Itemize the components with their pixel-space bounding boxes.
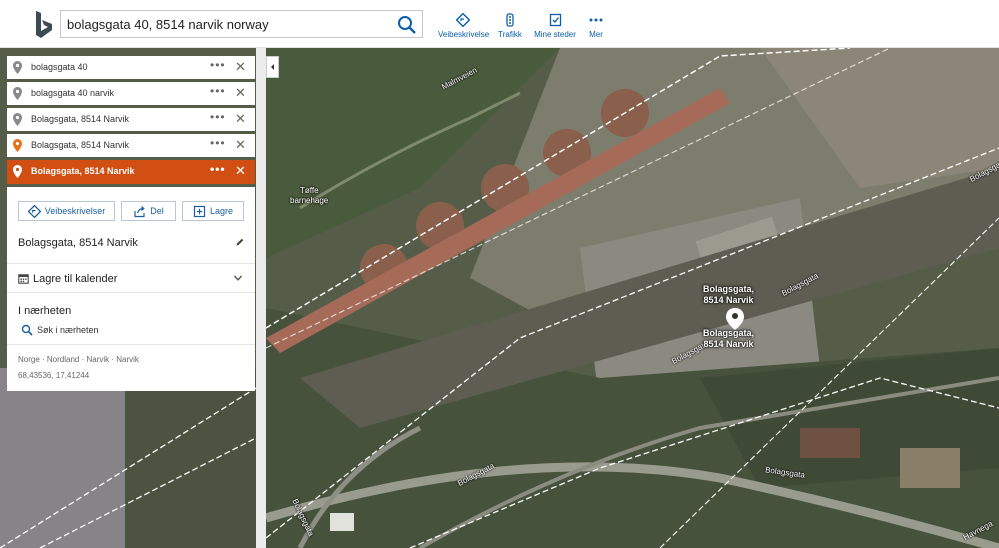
pin-label-top-line2: 8514 Narvik xyxy=(703,295,754,305)
search-icon xyxy=(21,324,33,336)
location-pin-icon xyxy=(13,113,22,126)
toolbar-my-places-label: Mine steder xyxy=(534,30,576,39)
search-icon[interactable] xyxy=(396,14,418,36)
history-item-label: bolagsgata 40 xyxy=(31,62,88,72)
close-icon[interactable]: ✕ xyxy=(235,137,246,153)
traffic-icon xyxy=(506,13,514,27)
top-bar: Veibeskrivelse Trafikk Mine steder Mer xyxy=(0,0,999,48)
side-panel: bolagsgata 40 ••• ✕ bolagsgata 40 narvik… xyxy=(7,56,255,391)
more-dots-icon[interactable]: ••• xyxy=(210,58,226,72)
chevron-left-icon xyxy=(271,64,274,70)
history-item[interactable]: Bolagsgata, 8514 Narvik ••• ✕ xyxy=(7,108,255,131)
toolbar-my-places[interactable]: Mine steder xyxy=(533,13,577,43)
location-pin-icon xyxy=(13,139,22,152)
more-dots-icon[interactable]: ••• xyxy=(210,162,226,176)
history-item-label: Bolagsgata, 8514 Narvik xyxy=(31,140,130,150)
share-button[interactable]: Del xyxy=(121,201,176,221)
chevron-down-icon xyxy=(233,275,243,281)
more-dots-icon[interactable]: ••• xyxy=(210,110,226,124)
pin-label-bottom-line1: Bolagsgata, xyxy=(703,328,755,338)
save-button[interactable]: Lagre xyxy=(182,201,244,221)
search-input[interactable] xyxy=(67,14,387,34)
edit-pencil-icon[interactable] xyxy=(235,237,245,247)
map-label-barnehage: barnehage xyxy=(290,196,329,205)
panel-gutter xyxy=(256,48,266,548)
close-icon[interactable]: ✕ xyxy=(235,59,246,75)
place-card: Veibeskrivelser Del Lagre Bolagsgata, 85… xyxy=(7,187,255,391)
bing-logo-icon[interactable] xyxy=(30,10,56,40)
pin-label-top-line1: Bolagsgata, xyxy=(703,284,755,294)
pin-label-bottom-line2: 8514 Narvik xyxy=(703,339,754,349)
save-to-calendar-row[interactable]: Lagre til kalender xyxy=(7,263,255,293)
location-breadcrumb: Norge · Nordland · Narvik · Narvik xyxy=(18,355,139,364)
pin-label-top: Bolagsgata, 8514 Narvik xyxy=(703,284,754,306)
card-actions: Veibeskrivelser Del Lagre xyxy=(7,187,255,235)
collapse-panel-button[interactable] xyxy=(266,56,279,78)
place-title-text: Bolagsgata, 8514 Narvik xyxy=(18,237,138,249)
history-item[interactable]: Bolagsgata, 8514 Narvik ••• ✕ xyxy=(7,134,255,157)
directions-button[interactable]: Veibeskrivelser xyxy=(18,201,115,221)
history-item[interactable]: bolagsgata 40 narvik ••• ✕ xyxy=(7,82,255,105)
toolbar-traffic-label: Trafikk xyxy=(498,30,522,39)
location-pin-icon xyxy=(13,61,22,74)
search-nearby-label: Søk i nærheten xyxy=(37,325,99,335)
toolbar-more-label: Mer xyxy=(589,30,603,39)
close-icon[interactable]: ✕ xyxy=(235,163,246,179)
coordinates: 68,43536, 17,41244 xyxy=(18,371,90,380)
search-box xyxy=(60,10,423,38)
directions-button-label: Veibeskrivelser xyxy=(44,206,106,216)
save-button-label: Lagre xyxy=(209,206,234,216)
more-dots-icon xyxy=(589,18,603,22)
place-title: Bolagsgata, 8514 Narvik xyxy=(7,235,255,263)
close-icon[interactable]: ✕ xyxy=(235,85,246,101)
search-nearby-link[interactable]: Søk i nærheten xyxy=(7,323,255,345)
map-label-toffe: Tøffe xyxy=(300,186,319,195)
location-pin-icon xyxy=(13,165,22,178)
save-to-calendar-label: Lagre til kalender xyxy=(33,273,118,285)
add-box-icon xyxy=(193,205,206,217)
nearby-heading: I nærheten xyxy=(18,305,72,317)
close-icon[interactable]: ✕ xyxy=(235,111,246,127)
more-dots-icon[interactable]: ••• xyxy=(210,136,226,150)
share-icon xyxy=(134,205,145,217)
location-pin-icon xyxy=(13,87,22,100)
active-item-label: Bolagsgata, 8514 Narvik xyxy=(31,166,135,176)
toolbar-directions-label: Veibeskrivelse xyxy=(438,30,490,39)
share-button-label: Del xyxy=(150,206,164,216)
pin-label-bottom: Bolagsgata, 8514 Narvik xyxy=(703,328,754,350)
calendar-icon xyxy=(18,274,29,284)
toolbar-traffic[interactable]: Trafikk xyxy=(496,13,524,43)
directions-icon xyxy=(27,204,41,218)
history-item-label: bolagsgata 40 narvik xyxy=(31,88,115,98)
my-places-icon xyxy=(549,13,561,27)
active-history-item[interactable]: Bolagsgata, 8514 Narvik ••• ✕ xyxy=(7,160,255,184)
history-item-label: Bolagsgata, 8514 Narvik xyxy=(31,114,130,124)
toolbar-directions[interactable]: Veibeskrivelse xyxy=(438,13,490,43)
more-dots-icon[interactable]: ••• xyxy=(210,84,226,98)
history-item[interactable]: bolagsgata 40 ••• ✕ xyxy=(7,56,255,79)
directions-icon xyxy=(456,13,470,27)
toolbar-more[interactable]: Mer xyxy=(586,13,606,43)
